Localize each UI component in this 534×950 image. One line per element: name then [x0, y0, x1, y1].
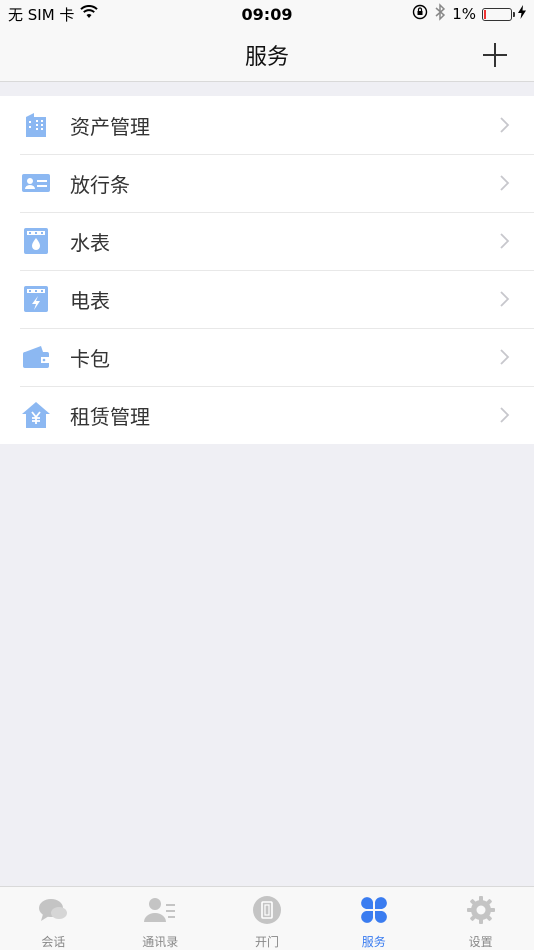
list-item-label: 租赁管理: [70, 404, 150, 429]
navigation-bar: 服务: [0, 28, 534, 82]
gear-icon: [465, 895, 497, 925]
plus-icon: [483, 43, 507, 67]
add-button[interactable]: [480, 40, 510, 70]
bluetooth-icon: [434, 3, 446, 25]
list-item-label: 卡包: [70, 346, 110, 371]
chat-icon: [37, 895, 69, 925]
chevron-right-icon: [500, 175, 510, 191]
wifi-icon: [80, 5, 99, 23]
list-item-lease-management[interactable]: 租赁管理: [0, 386, 534, 444]
list-item-label: 水表: [70, 230, 110, 255]
tab-services[interactable]: 服务: [320, 887, 427, 950]
electric-meter-icon: [20, 283, 52, 315]
list-item-asset-management[interactable]: 资产管理: [0, 96, 534, 154]
tab-chat[interactable]: 会话: [0, 887, 107, 950]
building-icon: [20, 109, 52, 141]
tab-label: 通讯录: [142, 935, 179, 949]
house-yen-icon: [20, 399, 52, 431]
chevron-right-icon: [500, 233, 510, 249]
service-list: 资产管理 放行条 水表 电表 卡包 租赁管理: [0, 96, 534, 444]
list-item-electric-meter[interactable]: 电表: [0, 270, 534, 328]
tab-contacts[interactable]: 通讯录: [107, 887, 214, 950]
chevron-right-icon: [500, 117, 510, 133]
tab-label: 服务: [361, 935, 386, 949]
water-meter-icon: [20, 225, 52, 257]
list-item-label: 电表: [70, 288, 110, 313]
chevron-right-icon: [500, 291, 510, 307]
battery-icon: [482, 7, 515, 21]
wallet-icon: [20, 341, 52, 373]
rotation-lock-icon: [412, 4, 428, 24]
clover-icon: [358, 895, 390, 925]
list-item-label: 资产管理: [70, 114, 150, 139]
door-icon: [251, 895, 283, 925]
battery-percent: 1%: [452, 5, 476, 23]
list-item-pass-slip[interactable]: 放行条: [0, 154, 534, 212]
contacts-icon: [144, 895, 176, 925]
list-item-label: 放行条: [70, 172, 130, 197]
id-card-icon: [20, 167, 52, 199]
tab-settings[interactable]: 设置: [427, 887, 534, 950]
status-bar: 无 SIM 卡 09:09 1%: [0, 0, 534, 28]
tab-bar: 会话 通讯录 开门 服务 设置: [0, 886, 534, 950]
page-title: 服务: [244, 44, 289, 70]
list-item-card-wallet[interactable]: 卡包: [0, 328, 534, 386]
tab-label: 设置: [468, 935, 493, 949]
charging-icon: [518, 5, 526, 23]
carrier-label: 无 SIM 卡: [8, 5, 75, 24]
tab-open-door[interactable]: 开门: [214, 887, 321, 950]
chevron-right-icon: [500, 407, 510, 423]
tab-label: 会话: [41, 935, 66, 949]
chevron-right-icon: [500, 349, 510, 365]
list-item-water-meter[interactable]: 水表: [0, 212, 534, 270]
tab-label: 开门: [254, 935, 279, 949]
